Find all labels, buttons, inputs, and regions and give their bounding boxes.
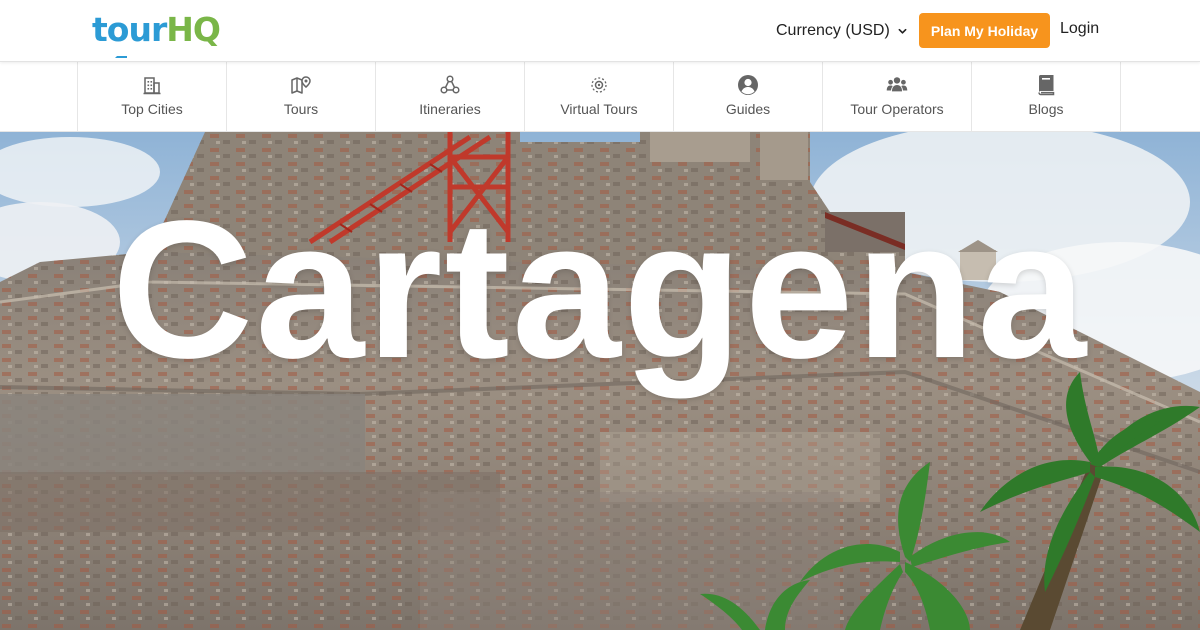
login-link[interactable]: Login <box>1060 20 1099 38</box>
user-circle-icon <box>737 74 759 96</box>
map-pin-icon <box>290 74 312 96</box>
itinerary-icon <box>439 74 461 96</box>
logo-text-t: t <box>92 9 108 49</box>
hero-title: Cartagena <box>111 180 1089 399</box>
virtual-tour-icon <box>588 74 610 96</box>
currency-selector[interactable]: Currency (USD) <box>776 17 907 45</box>
nav-label: Virtual Tours <box>560 101 638 117</box>
nav-item-guides[interactable]: Guides <box>674 62 823 131</box>
nav-item-itineraries[interactable]: Itineraries <box>376 62 525 131</box>
nav-item-virtual-tours[interactable]: Virtual Tours <box>525 62 674 131</box>
nav-label: Itineraries <box>419 101 481 117</box>
nav-label: Guides <box>725 101 771 117</box>
nav-item-tour-operators[interactable]: Tour Operators <box>823 62 972 131</box>
nav-label: Blogs <box>1028 101 1064 117</box>
category-nav: Top Cities Tours Itineraries Virtual Tou… <box>0 62 1200 132</box>
logo-text-hq: HQ <box>166 9 221 49</box>
city-icon <box>141 74 163 96</box>
tourhq-logo[interactable]: to urHQ <box>92 8 221 58</box>
logo-text-ur: ur <box>128 9 167 49</box>
nav-item-tours[interactable]: Tours <box>227 62 376 131</box>
users-icon <box>886 74 908 96</box>
nav-label: Top Cities <box>121 101 183 117</box>
nav-label: Tours <box>283 101 319 117</box>
currency-label: Currency (USD) <box>776 22 890 39</box>
nav-item-blogs[interactable]: Blogs <box>972 62 1121 131</box>
chevron-down-icon <box>898 28 907 34</box>
logo-globe-icon: o <box>107 13 129 58</box>
book-icon <box>1035 74 1057 96</box>
site-header: to urHQ Currency (USD) Plan My Holiday Lo… <box>0 0 1200 62</box>
nav-label: Tour Operators <box>850 101 944 117</box>
hero-banner: Cartagena <box>0 132 1200 630</box>
plan-my-holiday-button[interactable]: Plan My Holiday <box>919 13 1050 48</box>
nav-item-top-cities[interactable]: Top Cities <box>78 62 227 131</box>
